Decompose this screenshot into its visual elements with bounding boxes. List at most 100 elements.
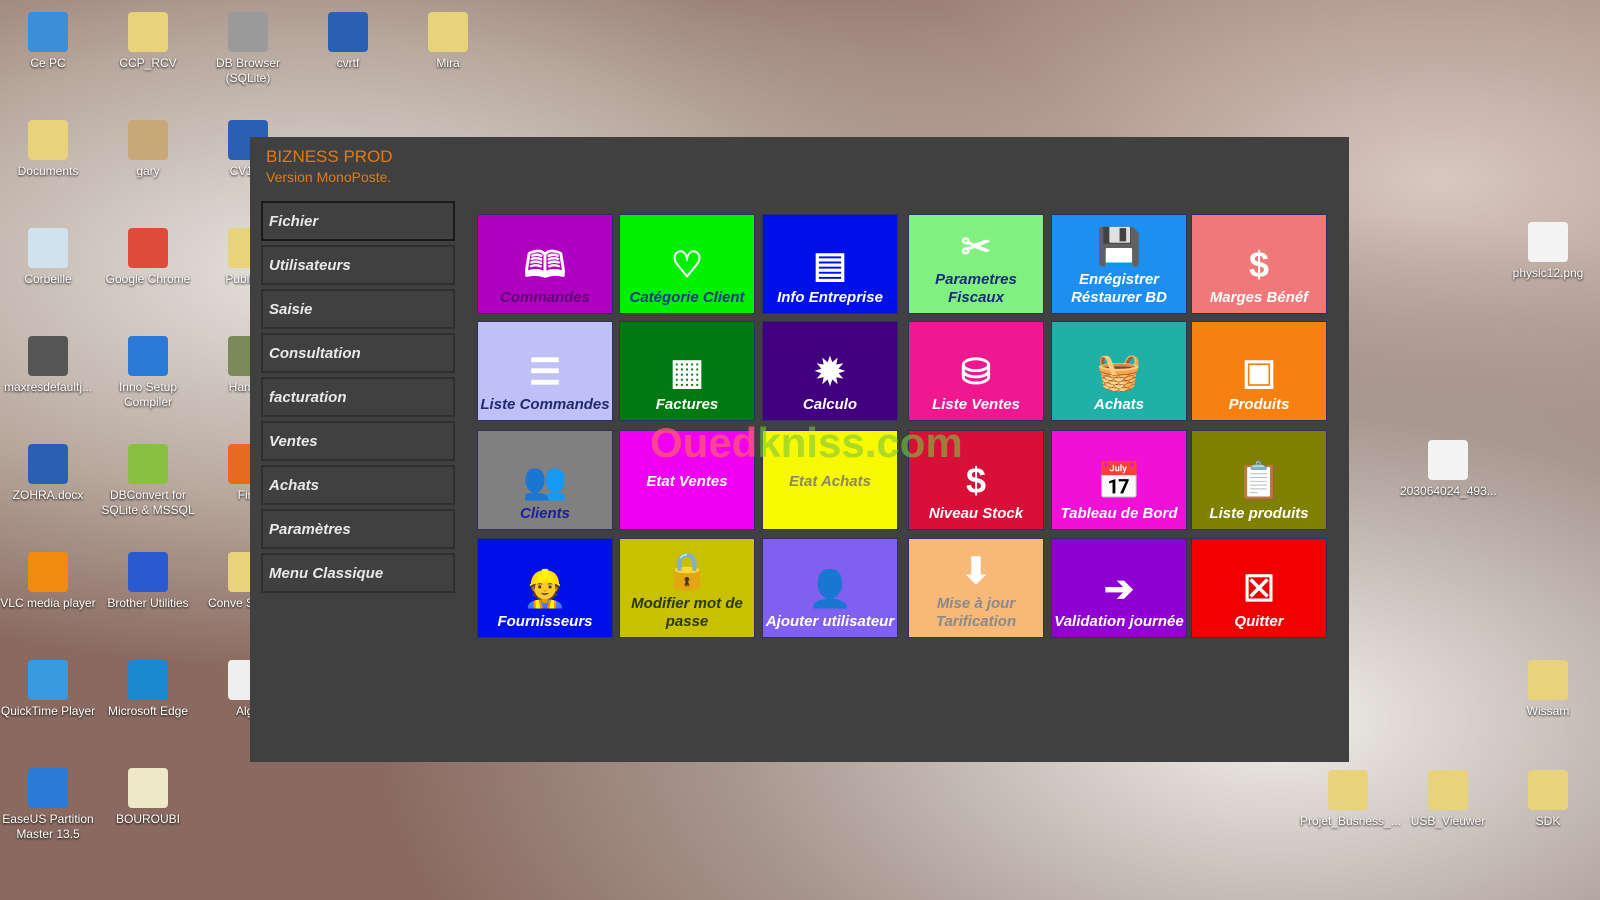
- menu-item-param-tres[interactable]: Paramètres: [261, 509, 455, 549]
- desktop-icon-label: EaseUS Partition Master 13.5: [2, 812, 94, 841]
- file-icon: [28, 336, 68, 376]
- file-icon: [1328, 770, 1368, 810]
- tile-marges-benef[interactable]: $ Marges Bénéf: [1191, 214, 1327, 314]
- tile-info-entreprise[interactable]: ▤ Info Entreprise: [762, 214, 898, 314]
- tile-fournisseurs[interactable]: 👷 Fournisseurs: [477, 538, 613, 638]
- desktop-icon-label: ZOHRA.docx: [12, 488, 84, 502]
- tile-ajouter-utilisateur[interactable]: 👤 Ajouter utilisateur: [762, 538, 898, 638]
- menu-item-ventes[interactable]: Ventes: [261, 421, 455, 461]
- menu-item-consultation[interactable]: Consultation: [261, 333, 455, 373]
- menu-item-facturation[interactable]: facturation: [261, 377, 455, 417]
- file-icon: [128, 660, 168, 700]
- desktop-icon[interactable]: DB Browser (SQLite): [200, 12, 296, 86]
- tile-parametres-fiscaux[interactable]: ✂ Parametres Fiscaux: [908, 214, 1044, 314]
- file-icon: [28, 768, 68, 808]
- desktop-icon[interactable]: Inno Setup Compiler: [100, 336, 196, 410]
- desktop-icon[interactable]: 203064024_493...: [1400, 440, 1497, 499]
- tile-niveau-stock[interactable]: $ Niveau Stock: [908, 430, 1044, 530]
- desktop-icon[interactable]: Google Chrome: [100, 228, 196, 287]
- tile-label: Calculo: [802, 396, 858, 413]
- desktop-icon[interactable]: QuickTime Player: [0, 660, 96, 719]
- clipboard-icon: 📋: [1236, 460, 1282, 501]
- tile-categorie-client[interactable]: ♡ Catégorie Client: [619, 214, 755, 314]
- dollar-arrow-icon: ⬇: [960, 550, 992, 591]
- tile-produits[interactable]: ▣ Produits: [1191, 321, 1327, 421]
- file-icon: [128, 444, 168, 484]
- tile-label: Produits: [1228, 396, 1290, 413]
- desktop-icon-label: Projet_Busness_...: [1300, 814, 1401, 828]
- desktop-icon[interactable]: Brother Utilities: [100, 552, 196, 611]
- book-icon: 🕮: [523, 244, 567, 285]
- desktop-icon[interactable]: BOUROUBI: [100, 768, 196, 827]
- tile-liste-ventes[interactable]: ⛁ Liste Ventes: [908, 321, 1044, 421]
- tile-calculo[interactable]: ✹ Calculo: [762, 321, 898, 421]
- tile-etat-ventes[interactable]: Etat Ventes: [619, 430, 755, 530]
- box-icon: ▣: [1241, 351, 1276, 392]
- desktop-icon[interactable]: ZOHRA.docx: [0, 444, 96, 503]
- desktop-icon[interactable]: Corbeille: [0, 228, 96, 287]
- desktop-icon[interactable]: VLC media player: [0, 552, 96, 611]
- calendar-icon: 📅: [1096, 460, 1142, 501]
- desktop-icon[interactable]: Documents: [0, 120, 96, 179]
- desktop-icon[interactable]: cvrtf: [300, 12, 396, 71]
- tile-commandes[interactable]: 🕮 Commandes: [477, 214, 613, 314]
- desktop-icon-label: Corbeille: [24, 272, 72, 286]
- tile-label: Validation journée: [1054, 613, 1184, 630]
- tile-liste-produits[interactable]: 📋 Liste produits: [1191, 430, 1327, 530]
- desktop-icon-label: DB Browser (SQLite): [215, 56, 280, 85]
- desktop-icon[interactable]: Wissam: [1500, 660, 1596, 719]
- menu-item-menu-classique[interactable]: Menu Classique: [261, 553, 455, 593]
- desktop-icon[interactable]: gary: [100, 120, 196, 179]
- file-icon: [128, 336, 168, 376]
- heart-circle-icon: ♡: [670, 244, 704, 285]
- tile-etat-achats[interactable]: Etat Achats: [762, 430, 898, 530]
- menu-item-fichier[interactable]: Fichier: [261, 201, 455, 241]
- tile-factures[interactable]: ▦ Factures: [619, 321, 755, 421]
- tile-label: Quitter: [1234, 613, 1284, 630]
- basket-icon: 🧺: [1096, 351, 1142, 392]
- desktop-icon-label: CCP_RCV: [119, 56, 177, 70]
- tile-validation-journee[interactable]: ➔ Validation journée: [1051, 538, 1187, 638]
- menu-item-utilisateurs[interactable]: Utilisateurs: [261, 245, 455, 285]
- file-icon: [28, 552, 68, 592]
- desktop-icon[interactable]: Ce PC: [0, 12, 96, 71]
- menu-item-achats[interactable]: Achats: [261, 465, 455, 505]
- tile-label: Factures: [655, 396, 719, 413]
- tile-clients[interactable]: 👥 Clients: [477, 430, 613, 530]
- desktop-icon[interactable]: CCP_RCV: [100, 12, 196, 71]
- tile-quitter[interactable]: ☒ Quitter: [1191, 538, 1327, 638]
- list-add-icon: ☰: [528, 351, 562, 392]
- app-subtitle: Version MonoPoste.: [266, 169, 392, 185]
- desktop-icon-label: VLC media player: [0, 596, 96, 610]
- tile-label: Mise à jour Tarification: [935, 595, 1017, 630]
- desktop-icon[interactable]: DBConvert for SQLite & MSSQL: [100, 444, 196, 518]
- tile-modifier-mot-de-passe[interactable]: 🔒 Modifier mot de passe: [619, 538, 755, 638]
- desktop-icon[interactable]: maxresdefaultj...: [0, 336, 96, 395]
- check-arrow-icon: ➔: [1103, 568, 1135, 609]
- tile-label: Enrégistrer Réstaurer BD: [1071, 271, 1167, 306]
- dollar-chart-icon: $: [965, 460, 987, 501]
- desktop-icon-label: 203064024_493...: [1400, 484, 1497, 498]
- desktop-icon[interactable]: EaseUS Partition Master 13.5: [0, 768, 96, 842]
- desktop-icon[interactable]: Microsoft Edge: [100, 660, 196, 719]
- worker-icon: 👷: [522, 568, 568, 609]
- desktop-icon[interactable]: Mira: [400, 12, 496, 71]
- tile-enregistrer-restaurer-bd[interactable]: 💾 Enrégistrer Réstaurer BD: [1051, 214, 1187, 314]
- desktop-icon-label: SDK: [1535, 814, 1561, 828]
- tile-tableau-de-bord[interactable]: 📅 Tableau de Bord: [1051, 430, 1187, 530]
- file-icon: [428, 12, 468, 52]
- tile-liste-commandes[interactable]: ☰ Liste Commandes: [477, 321, 613, 421]
- tile-label: Clients: [519, 505, 570, 522]
- desktop-icon[interactable]: physic12.png: [1500, 222, 1596, 281]
- tile-label: Liste Ventes: [932, 396, 1020, 413]
- menu-item-saisie[interactable]: Saisie: [261, 289, 455, 329]
- tile-mise-a-jour-tarification[interactable]: ⬇ Mise à jour Tarification: [908, 538, 1044, 638]
- desktop-icon[interactable]: SDK: [1500, 770, 1596, 829]
- file-icon: [128, 12, 168, 52]
- file-icon: [1528, 222, 1568, 262]
- desktop-icon[interactable]: USB_Vieuwer: [1400, 770, 1496, 829]
- tile-achats[interactable]: 🧺 Achats: [1051, 321, 1187, 421]
- desktop-icon[interactable]: Projet_Busness_...: [1300, 770, 1401, 829]
- id-card-icon: ▤: [812, 244, 847, 285]
- file-icon: [28, 660, 68, 700]
